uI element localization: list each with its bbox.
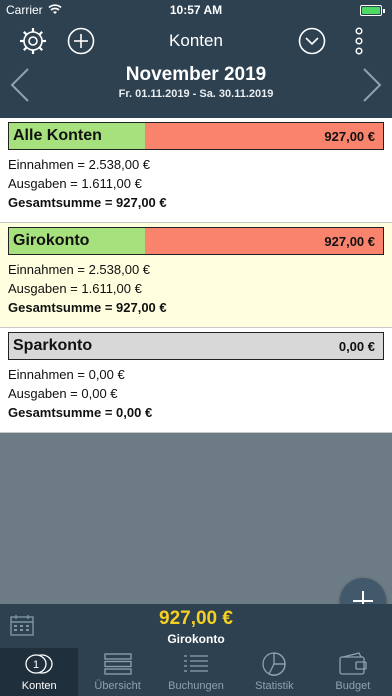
- wallet-icon: [339, 652, 367, 675]
- account-name: Alle Konten: [13, 127, 102, 144]
- income-line: Einnahmen = 2.538,00 €: [8, 262, 151, 277]
- tab-budget[interactable]: Budget: [314, 648, 392, 696]
- bottom-bar: 927,00 € Girokonto 1 Konten Übersicht Bu…: [0, 604, 392, 696]
- account-card[interactable]: Sparkonto 0,00 € Einnahmen = 0,00 € Ausg…: [0, 328, 392, 433]
- account-name: Sparkonto: [13, 337, 93, 354]
- account-list: Alle Konten 927,00 € Einnahmen = 2.538,0…: [0, 118, 392, 433]
- account-amount: 927,00 €: [324, 234, 375, 249]
- list-icon: [184, 655, 209, 672]
- svg-text:1: 1: [33, 659, 39, 671]
- tab-bar: 1 Konten Übersicht Buchungen Statistik B…: [0, 648, 392, 696]
- chevron-down-icon[interactable]: [297, 26, 327, 56]
- battery-icon: [360, 5, 385, 16]
- income-line: Einnahmen = 0,00 €: [8, 367, 125, 382]
- account-header: Sparkonto 0,00 €: [8, 332, 384, 360]
- top-bar: Carrier 10:57 AM Konten November 2019 Fr…: [0, 0, 392, 118]
- account-card[interactable]: Alle Konten 927,00 € Einnahmen = 2.538,0…: [0, 118, 392, 223]
- footer-amount: 927,00 €: [159, 608, 233, 629]
- nav-bar: Konten: [0, 24, 392, 58]
- tab-statistik[interactable]: Statistik: [235, 648, 313, 696]
- tab-uebersicht[interactable]: Übersicht: [78, 648, 156, 696]
- account-name: Girokonto: [13, 232, 90, 249]
- page-title: Konten: [169, 31, 223, 50]
- tab-label: Statistik: [255, 680, 294, 692]
- period-header: November 2019 Fr. 01.11.2019 - Sa. 30.11…: [0, 64, 392, 100]
- expense-line: Ausgaben = 0,00 €: [8, 386, 118, 401]
- account-amount: 0,00 €: [338, 339, 375, 354]
- month-title: November 2019: [125, 64, 267, 85]
- overview-icon: [103, 653, 132, 675]
- tab-konten[interactable]: 1 Konten: [0, 648, 79, 696]
- clock: 10:57 AM: [169, 3, 223, 17]
- account-header: Girokonto 927,00 €: [8, 227, 384, 255]
- account-amount: 927,00 €: [324, 129, 375, 144]
- chart-icon: [262, 652, 287, 676]
- tab-buchungen[interactable]: Buchungen: [157, 648, 235, 696]
- account-card[interactable]: Girokonto 927,00 € Einnahmen = 2.538,00 …: [0, 223, 392, 328]
- total-line: Gesamtsumme = 0,00 €: [8, 405, 153, 420]
- expense-line: Ausgaben = 1.611,00 €: [8, 281, 142, 296]
- status-bar: Carrier 10:57 AM: [0, 0, 392, 22]
- tab-label: Übersicht: [94, 680, 141, 692]
- account-header: Alle Konten 927,00 €: [8, 122, 384, 150]
- tab-label: Konten: [21, 680, 57, 692]
- more-vertical-icon[interactable]: [350, 26, 380, 56]
- next-month-arrow[interactable]: [360, 66, 384, 104]
- date-range: Fr. 01.11.2019 - Sa. 30.11.2019: [118, 88, 274, 100]
- footer-account: Girokonto: [167, 632, 225, 646]
- tab-label: Budget: [335, 680, 371, 692]
- expense-line: Ausgaben = 1.611,00 €: [8, 176, 142, 191]
- total-line: Gesamtsumme = 927,00 €: [8, 300, 167, 315]
- coins-icon: 1: [25, 654, 53, 674]
- footer-total: 927,00 € Girokonto: [0, 608, 392, 646]
- tab-label: Buchungen: [168, 680, 224, 692]
- total-line: Gesamtsumme = 927,00 €: [8, 195, 167, 210]
- income-line: Einnahmen = 2.538,00 €: [8, 157, 151, 172]
